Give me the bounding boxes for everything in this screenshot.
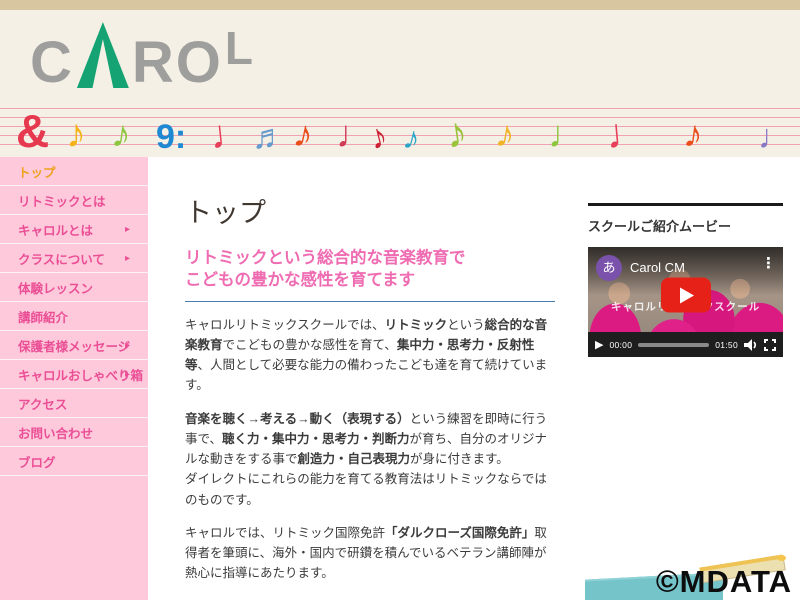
- sidebar-item-label: 体験レッスン: [18, 281, 94, 296]
- music-staff: & ♪ ♪ 9: ♩ ♬ ♪ ♩ ♪ ♪ ♪ ♪ ♩ ♩ ♪ ♩: [0, 95, 800, 158]
- headline-line2: こどもの豊かな感性を育てます: [185, 271, 416, 290]
- carol-logo[interactable]: C R O L: [30, 21, 256, 95]
- video-menu-icon[interactable]: ⋮: [761, 254, 776, 272]
- submenu-arrow-icon: ▸: [124, 339, 130, 351]
- text-segment: 聴く力・集中力・思考力・判断力: [222, 431, 410, 446]
- headline-line1: リトミックという総合的な音楽教育で: [185, 249, 466, 267]
- main-content: トップ リトミックという総合的な音楽教育で こどもの豊かな感性を育てます キャロ…: [148, 157, 800, 600]
- volume-icon[interactable]: [744, 338, 758, 351]
- text-segment: キャロルリトミックスクールでは、: [185, 317, 385, 332]
- method-paragraph-text: 音楽を聴く→考える→動く（表現する）という練習を即時に行う事で、聴く力・集中力・…: [185, 412, 547, 467]
- text-segment: 創造力・自己表現力: [297, 452, 411, 467]
- video-progress-bar[interactable]: [638, 342, 710, 347]
- logo-letter-c: C: [30, 29, 74, 95]
- sidebar-item-about-carol[interactable]: キャロルとは ▸: [0, 215, 148, 244]
- logo-letter-o: O: [175, 29, 223, 95]
- quarter-note-icon: ♩: [207, 110, 253, 158]
- video-controls: ▶ 00:00 01:50: [588, 332, 783, 357]
- text-segment: 、人間として必要な能力の備わったこども達を育て続けています。: [185, 358, 548, 393]
- quarter-note-icon: ♩: [603, 107, 650, 158]
- eighth-note-icon: ♪: [492, 112, 519, 158]
- aside-column: スクールご紹介ムービー あ Carol CM ⋮ キャロルリトミックスクール ▶…: [588, 203, 783, 357]
- headline: リトミックという総合的な音楽教育で こどもの豊かな感性を育てます: [185, 247, 555, 302]
- sidebar-item-label: ブログ: [18, 455, 56, 470]
- treble-clef-icon: &: [16, 105, 50, 157]
- top-border-strip: [0, 0, 800, 10]
- sidebar-item-access[interactable]: アクセス: [0, 389, 148, 418]
- submenu-arrow-icon: ▸: [124, 368, 130, 380]
- submenu-arrow-icon: ▸: [124, 252, 130, 264]
- sidebar-item-label: 保護者様メッセージ: [18, 339, 131, 354]
- sidebar-item-label: トップ: [18, 165, 56, 180]
- text-segment: キャロルでは、リトミック国際免許: [185, 525, 386, 540]
- sidebar-item-chat-box[interactable]: キャロルおしゃべり箱 ▸: [0, 360, 148, 389]
- text-segment: という: [447, 317, 485, 332]
- sidebar-item-label: キャロルとは: [18, 223, 94, 238]
- half-note-icon: ♩: [758, 118, 792, 156]
- page-title: トップ: [185, 198, 266, 228]
- method-paragraph-line2: ダイレクトにこれらの能力を育てる教育法はリトミックならではのものです。: [185, 472, 547, 507]
- sidebar-item-contact[interactable]: お問い合わせ: [0, 418, 148, 447]
- movie-heading: スクールご紹介ムービー: [588, 219, 732, 234]
- sidebar-item-instructors[interactable]: 講師紹介: [0, 302, 148, 331]
- page: C R O L & ♪ ♪ 9: ♩ ♬ ♪ ♩ ♪ ♪ ♪ ♪ ♩ ♩ ♪ ♩ トップ リトミックとは キャ…: [0, 0, 800, 600]
- fullscreen-icon[interactable]: [764, 338, 776, 351]
- quarter-note-icon: ♩: [548, 114, 586, 156]
- youtube-play-button[interactable]: [660, 277, 711, 313]
- sidebar-item-parent-messages[interactable]: 保護者様メッセージ ▸: [0, 331, 148, 360]
- beamed-notes-icon: ♬: [252, 118, 286, 156]
- text-segment: が身に付きます。: [410, 452, 509, 467]
- sidebar-item-classes[interactable]: クラスについて ▸: [0, 244, 148, 273]
- method-paragraph: 音楽を聴く→考える→動く（表現する）という練習を即時に行う事で、聴く力・集中力・…: [185, 409, 555, 510]
- sidebar-item-label: 講師紹介: [18, 310, 69, 325]
- sidebar-item-label: お問い合わせ: [18, 426, 94, 441]
- text-segment: リトミック: [384, 317, 448, 332]
- sidebar-item-label: クラスについて: [18, 252, 105, 267]
- map-building-dot: [777, 555, 786, 561]
- logo-letter-l: L: [224, 21, 256, 74]
- eighth-note-icon: ♪: [66, 112, 86, 156]
- video-title[interactable]: Carol CM: [630, 260, 685, 275]
- video-play-icon[interactable]: ▶: [595, 338, 603, 351]
- bass-clef-icon: 9:: [156, 118, 187, 156]
- main-column: トップ リトミックという総合的な音楽教育で こどもの豊かな感性を育てます キャロ…: [185, 191, 555, 600]
- sidebar-item-blog[interactable]: ブログ: [0, 447, 148, 476]
- video-duration: 01:50: [715, 339, 738, 350]
- sidebar-item-label: リトミックとは: [18, 194, 106, 209]
- eighth-note-icon: ♪: [289, 112, 318, 158]
- text-segment: でこどもの豊かな感性を育て、: [222, 337, 397, 352]
- channel-avatar[interactable]: あ: [596, 255, 622, 281]
- mdata-watermark: ©MDATA: [655, 564, 792, 599]
- map-illustration-fragment: ©MDATA: [585, 535, 800, 600]
- logo-letter-a-green-triangle: [76, 22, 129, 88]
- intro-paragraph: キャロルリトミックスクールでは、リトミックという総合的な音楽教育でこどもの豊かな…: [185, 315, 555, 396]
- play-triangle-icon: [680, 287, 694, 304]
- logo-letter-r: R: [131, 29, 176, 95]
- sidebar-item-top[interactable]: トップ: [0, 157, 148, 186]
- aside-top-rule: [588, 203, 783, 206]
- sidebar-item-rhythmique[interactable]: リトミックとは: [0, 186, 148, 215]
- video-current-time: 00:00: [609, 339, 633, 350]
- site-header: C R O L: [0, 10, 800, 95]
- sidebar-item-trial-lesson[interactable]: 体験レッスン: [0, 273, 148, 302]
- youtube-video-embed[interactable]: あ Carol CM ⋮ キャロルリトミックスクール ▶ 00:00 01:50: [588, 247, 783, 357]
- staff-line: [0, 108, 800, 109]
- sidebar-item-label: アクセス: [18, 397, 68, 412]
- sidebar-nav: トップ リトミックとは キャロルとは ▸ クラスについて ▸ 体験レッスン 講師…: [0, 157, 148, 600]
- instructors-paragraph: キャロルでは、リトミック国際免許「ダルクローズ国際免許」取得者を筆頭に、海外・国…: [185, 523, 555, 584]
- submenu-arrow-icon: ▸: [124, 223, 130, 235]
- text-segment: 「ダルクローズ国際免許」: [385, 525, 535, 540]
- text-segment: 音楽を聴く→考える→動く（表現する）: [185, 411, 410, 426]
- eighth-note-icon: ♪: [109, 112, 134, 158]
- eighth-note-icon: ♪: [681, 112, 706, 158]
